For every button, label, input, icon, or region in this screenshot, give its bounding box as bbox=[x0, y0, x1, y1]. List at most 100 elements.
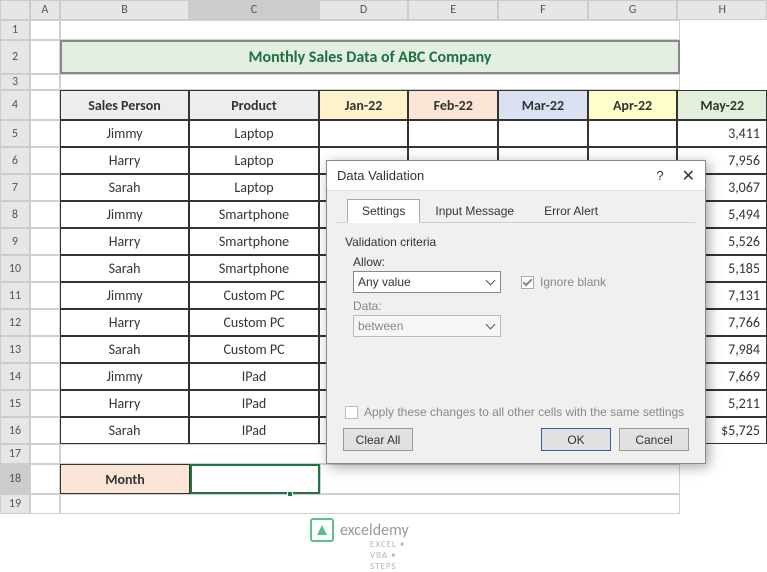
data-cell[interactable]: 3,411 bbox=[677, 120, 767, 147]
row-header[interactable]: 19 bbox=[0, 494, 30, 514]
col-header-a[interactable]: A bbox=[30, 0, 60, 20]
header-mar[interactable]: Mar-22 bbox=[498, 90, 588, 120]
header-jan[interactable]: Jan-22 bbox=[319, 90, 409, 120]
person-cell[interactable]: Harry bbox=[60, 147, 189, 174]
row-header[interactable]: 18 bbox=[0, 464, 30, 494]
cell[interactable] bbox=[60, 494, 680, 514]
ok-button[interactable]: OK bbox=[541, 428, 611, 451]
data-cell[interactable] bbox=[319, 120, 409, 147]
tab-error-alert[interactable]: Error Alert bbox=[529, 199, 613, 222]
cell[interactable] bbox=[30, 417, 60, 444]
col-header-c[interactable]: C bbox=[189, 0, 318, 20]
data-cell[interactable] bbox=[498, 120, 588, 147]
person-cell[interactable]: Jimmy bbox=[60, 120, 189, 147]
person-cell[interactable]: Sarah bbox=[60, 255, 189, 282]
row-header[interactable]: 13 bbox=[0, 336, 30, 363]
row-header[interactable]: 1 bbox=[0, 20, 30, 40]
col-header-d[interactable]: D bbox=[319, 0, 409, 20]
row-header[interactable]: 12 bbox=[0, 309, 30, 336]
selected-cell[interactable] bbox=[190, 464, 320, 494]
col-header-f[interactable]: F bbox=[498, 0, 588, 20]
product-cell[interactable]: IPad bbox=[189, 390, 318, 417]
header-feb[interactable]: Feb-22 bbox=[408, 90, 498, 120]
cell[interactable] bbox=[30, 74, 60, 90]
product-cell[interactable]: Laptop bbox=[189, 147, 318, 174]
product-cell[interactable]: IPad bbox=[189, 417, 318, 444]
cell[interactable] bbox=[30, 282, 60, 309]
title-cell[interactable]: Monthly Sales Data of ABC Company bbox=[60, 40, 680, 74]
person-cell[interactable]: Jimmy bbox=[60, 363, 189, 390]
cell[interactable] bbox=[30, 390, 60, 417]
help-icon[interactable]: ? bbox=[656, 168, 663, 183]
cell[interactable] bbox=[30, 20, 60, 40]
person-cell[interactable]: Sarah bbox=[60, 174, 189, 201]
cell[interactable] bbox=[320, 464, 680, 494]
cell[interactable] bbox=[60, 20, 680, 40]
cell[interactable] bbox=[30, 201, 60, 228]
data-cell[interactable] bbox=[408, 120, 498, 147]
cell[interactable] bbox=[30, 90, 60, 120]
person-cell[interactable]: Jimmy bbox=[60, 282, 189, 309]
cell[interactable] bbox=[30, 174, 60, 201]
col-header-b[interactable]: B bbox=[60, 0, 189, 20]
ignore-blank-checkbox[interactable]: Ignore blank bbox=[521, 275, 606, 289]
row-header[interactable]: 2 bbox=[0, 40, 30, 74]
person-cell[interactable]: Sarah bbox=[60, 336, 189, 363]
row-header[interactable]: 6 bbox=[0, 147, 30, 174]
cell[interactable] bbox=[30, 255, 60, 282]
row-header[interactable]: 10 bbox=[0, 255, 30, 282]
fill-handle[interactable] bbox=[287, 491, 293, 497]
clear-all-button[interactable]: Clear All bbox=[343, 428, 413, 451]
close-icon[interactable]: ✕ bbox=[682, 166, 695, 186]
col-header-h[interactable]: H bbox=[677, 0, 767, 20]
row-header[interactable]: 9 bbox=[0, 228, 30, 255]
product-cell[interactable]: Custom PC bbox=[189, 336, 318, 363]
person-cell[interactable]: Harry bbox=[60, 228, 189, 255]
cell[interactable] bbox=[30, 228, 60, 255]
person-cell[interactable]: Harry bbox=[60, 309, 189, 336]
product-cell[interactable]: Custom PC bbox=[189, 282, 318, 309]
product-cell[interactable]: Smartphone bbox=[189, 228, 318, 255]
cell[interactable] bbox=[30, 120, 60, 147]
row-header[interactable]: 11 bbox=[0, 282, 30, 309]
header-apr[interactable]: Apr-22 bbox=[588, 90, 678, 120]
product-cell[interactable]: Custom PC bbox=[189, 309, 318, 336]
cell[interactable] bbox=[30, 147, 60, 174]
cell[interactable] bbox=[30, 336, 60, 363]
product-cell[interactable]: Smartphone bbox=[189, 255, 318, 282]
cell[interactable] bbox=[30, 444, 60, 464]
row-header[interactable]: 7 bbox=[0, 174, 30, 201]
dialog-titlebar[interactable]: Data Validation ? ✕ bbox=[327, 161, 705, 191]
allow-dropdown[interactable]: Any value bbox=[353, 271, 501, 293]
tab-input-message[interactable]: Input Message bbox=[420, 199, 529, 222]
row-header[interactable]: 8 bbox=[0, 201, 30, 228]
cell[interactable] bbox=[30, 363, 60, 390]
col-header-e[interactable]: E bbox=[408, 0, 498, 20]
cell[interactable] bbox=[60, 74, 680, 90]
cell[interactable] bbox=[30, 40, 60, 74]
cancel-button[interactable]: Cancel bbox=[619, 428, 689, 451]
product-cell[interactable]: Laptop bbox=[189, 120, 318, 147]
header-may[interactable]: May-22 bbox=[677, 90, 767, 120]
person-cell[interactable]: Jimmy bbox=[60, 201, 189, 228]
row-header[interactable]: 15 bbox=[0, 390, 30, 417]
cell[interactable] bbox=[30, 464, 60, 494]
data-cell[interactable] bbox=[588, 120, 678, 147]
month-label-cell[interactable]: Month bbox=[60, 464, 190, 494]
tab-settings[interactable]: Settings bbox=[347, 199, 420, 223]
row-header[interactable]: 14 bbox=[0, 363, 30, 390]
select-all-corner[interactable] bbox=[0, 0, 30, 20]
product-cell[interactable]: Smartphone bbox=[189, 201, 318, 228]
header-product[interactable]: Product bbox=[189, 90, 318, 120]
header-sales-person[interactable]: Sales Person bbox=[60, 90, 189, 120]
row-header[interactable]: 16 bbox=[0, 417, 30, 444]
person-cell[interactable]: Harry bbox=[60, 390, 189, 417]
product-cell[interactable]: IPad bbox=[189, 363, 318, 390]
row-header[interactable]: 4 bbox=[0, 90, 30, 120]
cell[interactable] bbox=[30, 309, 60, 336]
cell[interactable] bbox=[30, 494, 60, 514]
row-header[interactable]: 3 bbox=[0, 74, 30, 90]
row-header[interactable]: 17 bbox=[0, 444, 30, 464]
col-header-g[interactable]: G bbox=[588, 0, 678, 20]
row-header[interactable]: 5 bbox=[0, 120, 30, 147]
